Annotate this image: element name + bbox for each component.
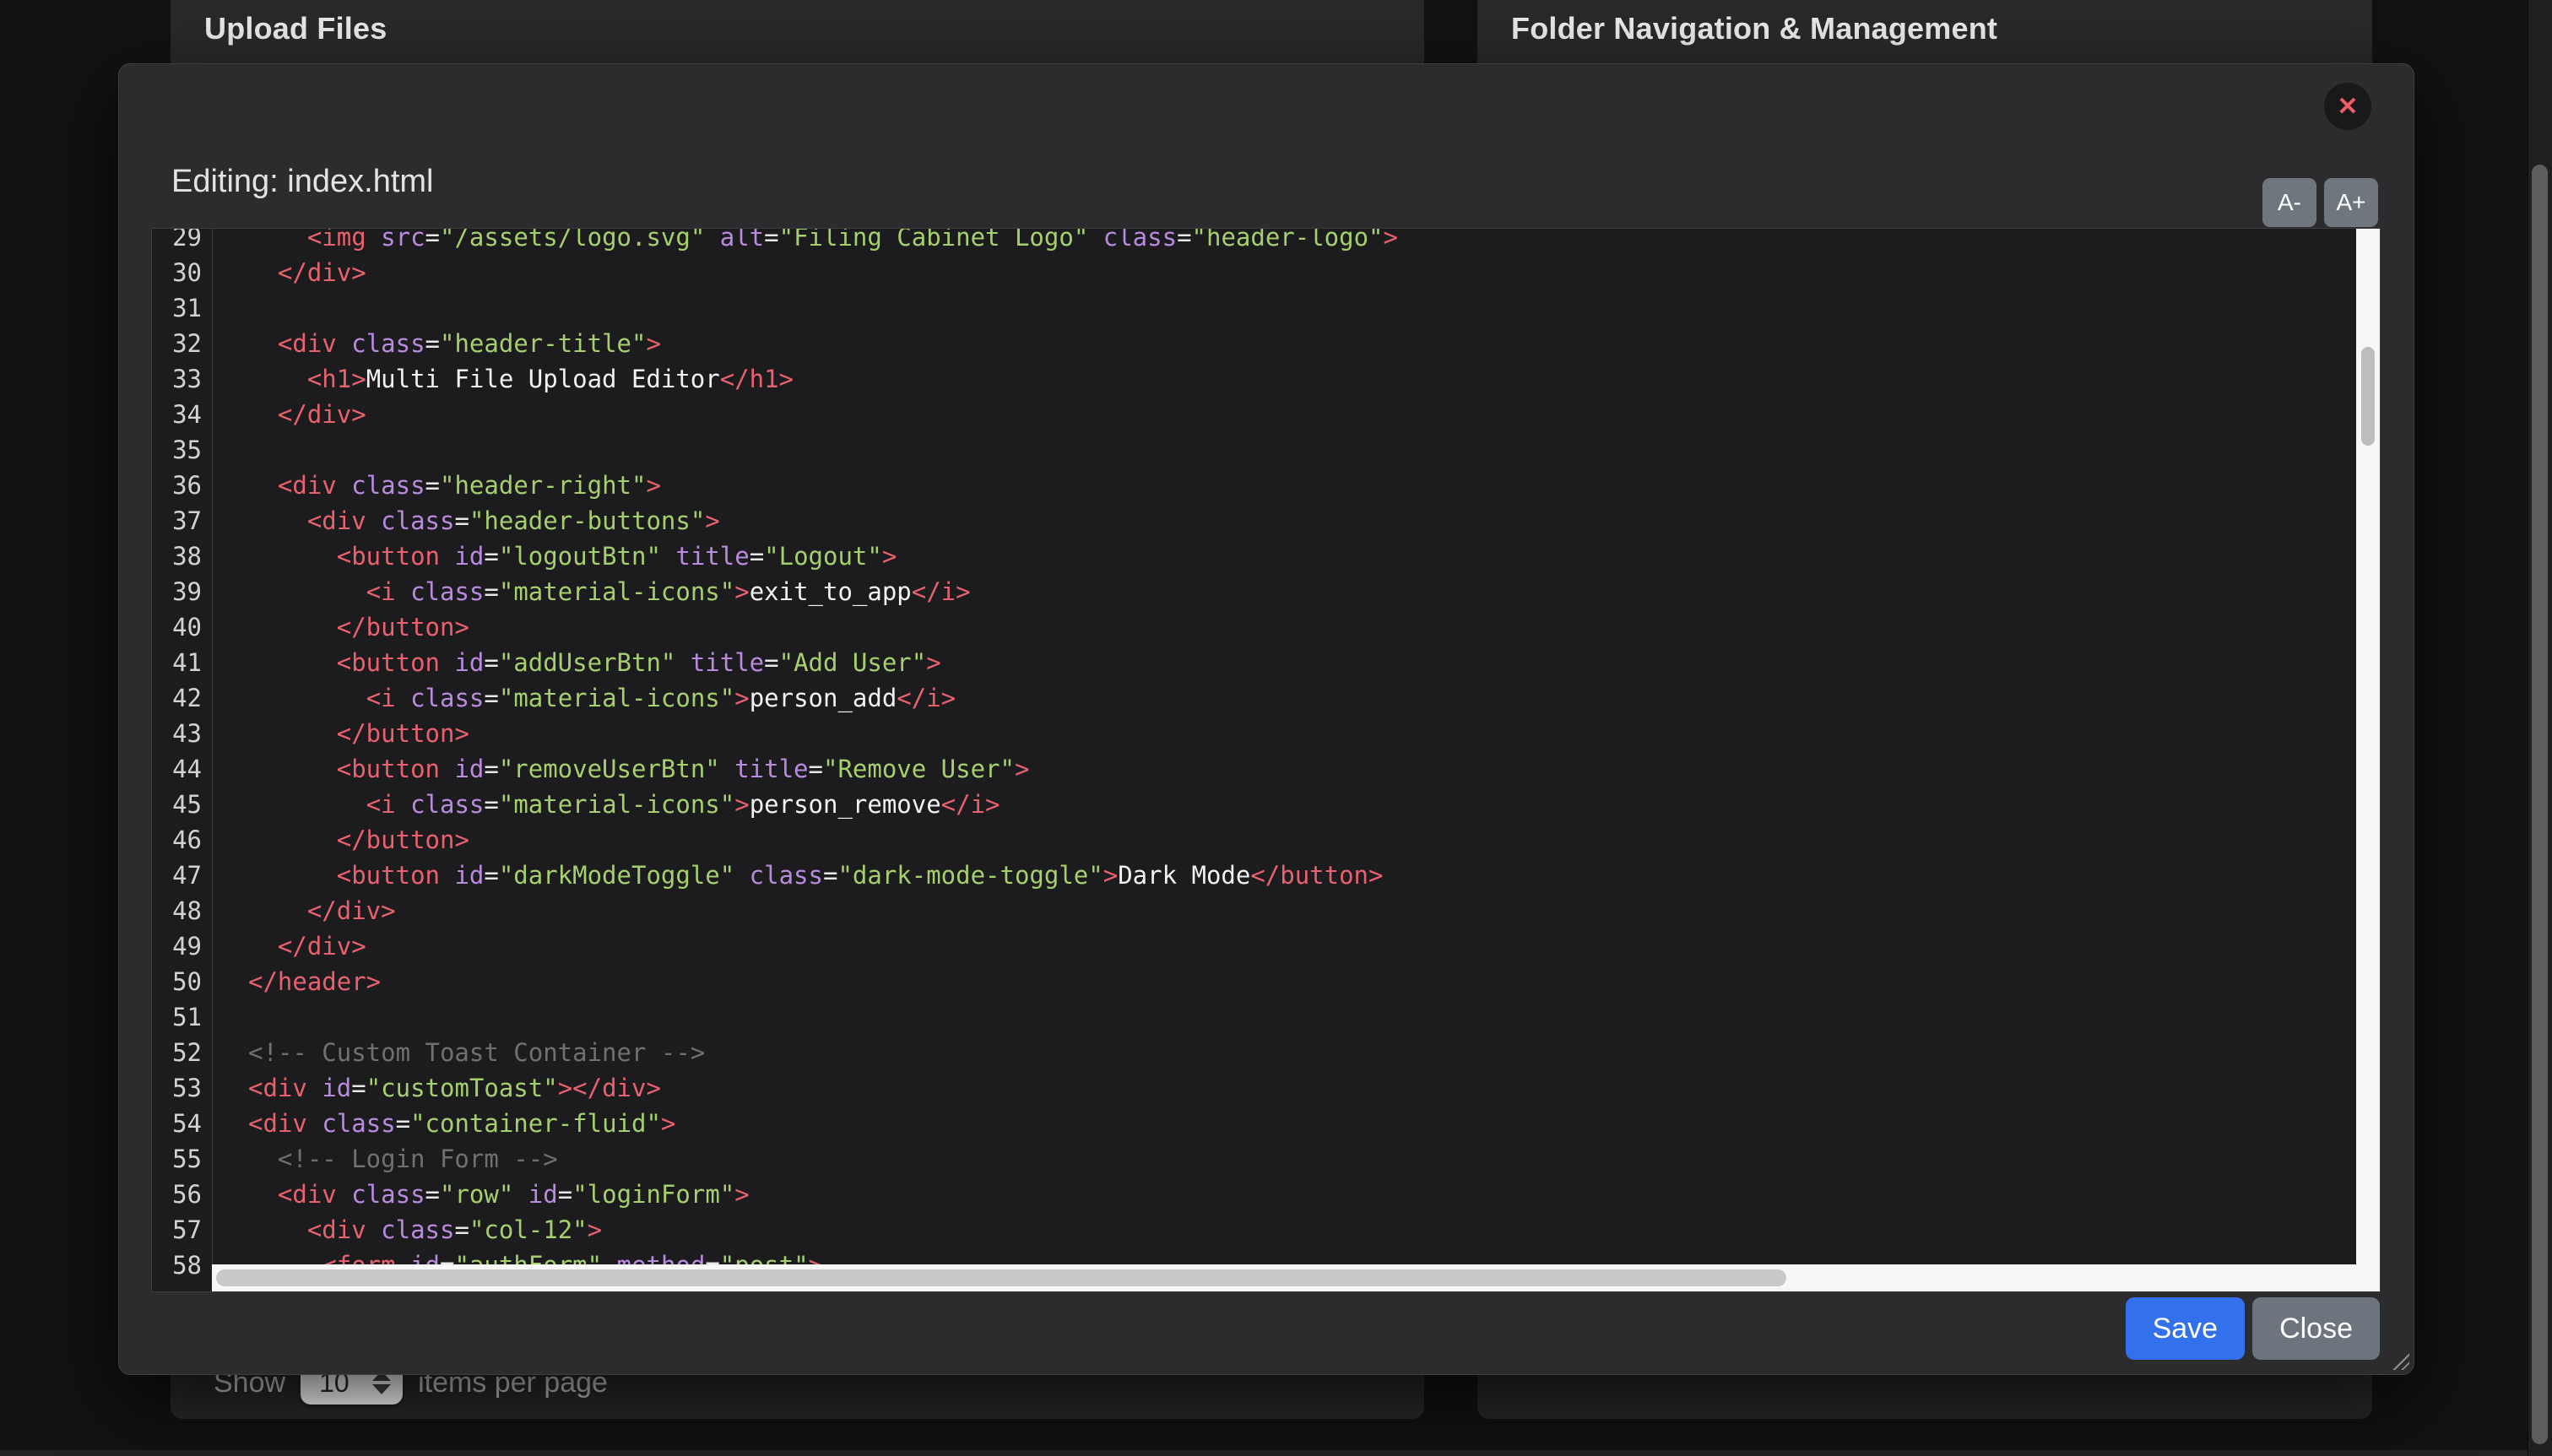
code-line: <div class="col-12">	[248, 1212, 1398, 1248]
modal-close-x-button[interactable]: ✕	[2324, 83, 2371, 130]
code-line: </button>	[248, 716, 1398, 751]
code-line: <i class="material-icons">person_remove<…	[248, 787, 1398, 822]
font-decrease-button[interactable]: A-	[2262, 178, 2316, 227]
code-line: <img src="/assets/logo.svg" alt="Filing …	[248, 229, 1398, 255]
line-number: 41	[172, 645, 202, 680]
code-line	[248, 999, 1398, 1035]
line-number: 29	[172, 228, 202, 255]
line-number: 45	[172, 787, 202, 822]
code-line: <div id="customToast"></div>	[248, 1070, 1398, 1106]
line-number: 58	[172, 1248, 202, 1283]
line-number: 51	[172, 999, 202, 1035]
page-bottom-strip	[0, 1450, 2528, 1456]
code-line: <div class="header-right">	[248, 468, 1398, 503]
editor-gutter: 2930313233343536373839404142434445464748…	[152, 229, 213, 1291]
line-number: 37	[172, 503, 202, 539]
line-number: 39	[172, 574, 202, 609]
code-line: <div class="header-buttons">	[248, 503, 1398, 539]
folder-navigation-title: Folder Navigation & Management	[1511, 11, 1997, 46]
code-line: <i class="material-icons">person_add</i>	[248, 680, 1398, 716]
code-line	[248, 290, 1398, 326]
save-button[interactable]: Save	[2126, 1297, 2246, 1360]
close-button[interactable]: Close	[2252, 1297, 2380, 1360]
line-number: 31	[172, 290, 202, 326]
line-number: 36	[172, 468, 202, 503]
editor-vertical-scrollbar[interactable]	[2356, 229, 2380, 1291]
code-line: </div>	[248, 928, 1398, 964]
code-line: <!-- Login Form -->	[248, 1141, 1398, 1177]
editor-vertical-scrollbar-thumb[interactable]	[2361, 347, 2375, 446]
line-number: 34	[172, 397, 202, 432]
code-line: </button>	[248, 822, 1398, 858]
code-line: <button id="logoutBtn" title="Logout">	[248, 539, 1398, 574]
line-number: 40	[172, 609, 202, 645]
line-number: 52	[172, 1035, 202, 1070]
line-number: 32	[172, 326, 202, 361]
code-line: </div>	[248, 255, 1398, 290]
code-line: <form id="authForm" method="post">	[248, 1248, 1398, 1264]
line-number: 50	[172, 964, 202, 999]
line-number: 55	[172, 1141, 202, 1177]
code-line: <button id="addUserBtn" title="Add User"…	[248, 645, 1398, 680]
code-line: <div class="container-fluid">	[248, 1106, 1398, 1141]
code-line: <h1>Multi File Upload Editor</h1>	[248, 361, 1398, 397]
code-line	[248, 432, 1398, 468]
line-number: 33	[172, 361, 202, 397]
code-line: </header>	[248, 964, 1398, 999]
code-line: <button id="removeUserBtn" title="Remove…	[248, 751, 1398, 787]
code-line: </div>	[248, 893, 1398, 928]
upload-files-title: Upload Files	[204, 11, 387, 46]
code-line: <div class="header-title">	[248, 326, 1398, 361]
line-number: 42	[172, 680, 202, 716]
line-number: 38	[172, 539, 202, 574]
resize-grip-icon[interactable]	[2391, 1351, 2409, 1370]
page-scrollbar-thumb[interactable]	[2532, 165, 2548, 1444]
code-editor[interactable]: 2930313233343536373839404142434445464748…	[151, 228, 2381, 1292]
line-number: 56	[172, 1177, 202, 1212]
line-number: 44	[172, 751, 202, 787]
modal-footer: Save Close	[2126, 1297, 2380, 1360]
line-number: 53	[172, 1070, 202, 1106]
edit-file-modal: Editing: index.html ✕ A- A+ 293031323334…	[118, 63, 2414, 1375]
editor-horizontal-scrollbar[interactable]	[212, 1264, 2356, 1291]
code-line: <div class="row" id="loginForm">	[248, 1177, 1398, 1212]
font-size-controls: A- A+	[2262, 178, 2378, 227]
line-number: 46	[172, 822, 202, 858]
line-number: 35	[172, 432, 202, 468]
line-number: 48	[172, 893, 202, 928]
code-line: <!-- Custom Toast Container -->	[248, 1035, 1398, 1070]
line-number: 54	[172, 1106, 202, 1141]
modal-title: Editing: index.html	[171, 164, 434, 200]
editor-horizontal-scrollbar-thumb[interactable]	[216, 1269, 1786, 1286]
editor-scrollbar-corner	[2356, 1264, 2380, 1291]
code-line: </div>	[248, 397, 1398, 432]
line-number: 57	[172, 1212, 202, 1248]
page-scrollbar[interactable]	[2528, 0, 2552, 1456]
line-number: 43	[172, 716, 202, 751]
line-number: 30	[172, 255, 202, 290]
close-x-icon: ✕	[2337, 92, 2358, 122]
font-increase-button[interactable]: A+	[2324, 178, 2378, 227]
line-number: 49	[172, 928, 202, 964]
code-line: <i class="material-icons">exit_to_app</i…	[248, 574, 1398, 609]
code-line: <button id="darkModeToggle" class="dark-…	[248, 858, 1398, 893]
line-number: 47	[172, 858, 202, 893]
editor-code-area[interactable]: <img src="/assets/logo.svg" alt="Filing …	[213, 229, 2356, 1264]
code-line: </button>	[248, 609, 1398, 645]
